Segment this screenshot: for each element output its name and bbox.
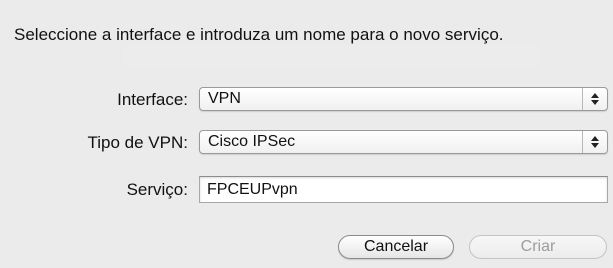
vpn-type-popup-value: Cisco IPSec	[208, 133, 296, 150]
new-service-sheet: Seleccione a interface e introduza um no…	[0, 0, 613, 268]
create-button[interactable]: Criar	[469, 235, 607, 259]
dialog-prompt: Seleccione a interface e introduza um no…	[14, 25, 504, 44]
popup-arrows-icon	[582, 88, 607, 110]
interface-popup-value: VPN	[208, 90, 241, 107]
cancel-button[interactable]: Cancelar	[338, 235, 454, 259]
interface-popup[interactable]: VPN	[199, 87, 608, 111]
service-name-field[interactable]	[199, 176, 608, 203]
vpn-type-popup[interactable]: Cisco IPSec	[199, 130, 608, 154]
interface-label: Interface:	[117, 90, 188, 109]
service-name-label: Serviço:	[126, 180, 188, 199]
popup-arrows-icon	[582, 131, 607, 153]
vpn-type-label: Tipo de VPN:	[87, 133, 188, 152]
